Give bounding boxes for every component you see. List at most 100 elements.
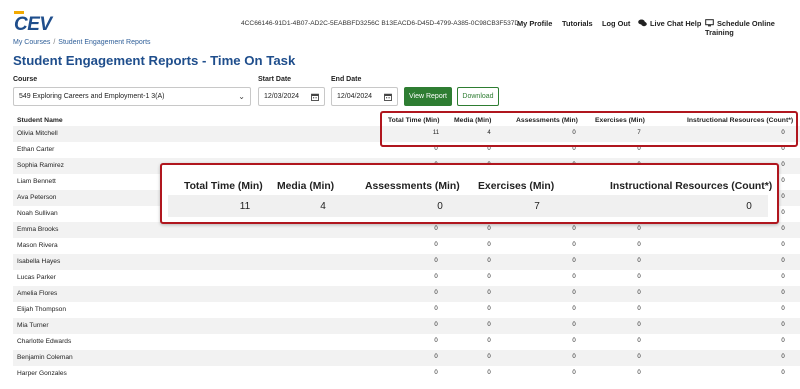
end-date-input[interactable]: 12/04/2024	[331, 87, 398, 106]
nav-my-profile[interactable]: My Profile	[517, 19, 552, 28]
breadcrumb-current: Student Engagement Reports	[58, 39, 151, 46]
cell-total: 0	[434, 274, 438, 280]
cell-resources: 0	[781, 242, 785, 248]
start-date-value: 12/03/2024	[264, 93, 300, 100]
start-date-label: Start Date	[258, 76, 292, 83]
cell-media: 0	[487, 290, 491, 296]
cev-logo[interactable]: CEV	[14, 11, 52, 36]
student-name: Ethan Carter	[17, 146, 55, 153]
breadcrumb: My Courses / Student Engagement Reports	[13, 39, 151, 46]
student-name: Amelia Flores	[17, 290, 58, 297]
zoom-media-header: Media (Min)	[277, 181, 335, 192]
chat-bubbles-icon	[638, 19, 647, 27]
download-button[interactable]: Download	[457, 87, 499, 106]
table-row: Elijah Thompson 0 0 0 0 0	[13, 302, 800, 318]
cell-assessments: 0	[572, 354, 576, 360]
nav-live-chat[interactable]: Live Chat Help	[638, 19, 701, 28]
cell-resources: 0	[781, 322, 785, 328]
student-name: Mason Rivera	[17, 242, 58, 249]
cell-resources: 0	[781, 162, 785, 168]
calendar-icon[interactable]	[311, 93, 319, 101]
zoom-row	[168, 195, 768, 217]
student-name: Ava Peterson	[17, 194, 57, 201]
student-name: Liam Bennett	[17, 178, 56, 185]
table-row: Lucas Parker 0 0 0 0 0	[13, 270, 800, 286]
cell-resources: 0	[781, 274, 785, 280]
cell-total: 0	[434, 306, 438, 312]
student-name: Emma Brooks	[17, 226, 59, 233]
student-name: Benjamin Coleman	[17, 354, 73, 361]
nav-tutorials[interactable]: Tutorials	[562, 19, 593, 28]
zoom-resources-value: 0	[746, 201, 752, 212]
cell-exercises: 0	[637, 322, 641, 328]
cell-media: 0	[487, 354, 491, 360]
monitor-icon	[705, 19, 714, 27]
zoom-total-header: Total Time (Min)	[184, 181, 263, 192]
cell-media: 0	[487, 370, 491, 376]
zoom-media-value: 4	[320, 201, 326, 212]
student-name: Charlotte Edwards	[17, 338, 72, 345]
cell-assessments: 0	[572, 306, 576, 312]
table-row: Harper Gonzales 0 0 0 0 0	[13, 366, 800, 382]
student-name: Elijah Thompson	[17, 306, 66, 313]
nav-live-chat-label: Live Chat Help	[650, 19, 702, 28]
cell-assessments: 0	[572, 322, 576, 328]
end-date-value: 12/04/2024	[337, 93, 373, 100]
table-row: Isabella Hayes 0 0 0 0 0	[13, 254, 800, 270]
cell-exercises: 0	[637, 242, 641, 248]
cell-total: 0	[434, 370, 438, 376]
cell-exercises: 0	[637, 258, 641, 264]
cell-assessments: 0	[572, 258, 576, 264]
nav-log-out[interactable]: Log Out	[602, 19, 630, 28]
cell-assessments: 0	[572, 290, 576, 296]
table-row: Charlotte Edwards 0 0 0 0 0	[13, 334, 800, 350]
cell-assessments: 0	[572, 338, 576, 344]
student-name: Lucas Parker	[17, 274, 56, 281]
cell-exercises: 0	[637, 370, 641, 376]
cell-resources: 0	[781, 306, 785, 312]
cell-media: 0	[487, 274, 491, 280]
zoom-exercises-value: 7	[534, 201, 540, 212]
cell-resources: 0	[781, 258, 785, 264]
course-select[interactable]: 549 Exploring Careers and Employment-1 3…	[13, 87, 251, 106]
cell-resources: 0	[781, 290, 785, 296]
table-row: Amelia Flores 0 0 0 0 0	[13, 286, 800, 302]
view-report-button[interactable]: View Report	[404, 87, 452, 106]
page-title: Student Engagement Reports - Time On Tas…	[13, 53, 296, 68]
cell-resources: 0	[781, 194, 785, 200]
cell-exercises: 0	[637, 226, 641, 232]
nav-schedule-label: Schedule Online Training	[705, 19, 775, 37]
start-date-input[interactable]: 12/03/2024	[258, 87, 325, 106]
cell-exercises: 0	[637, 274, 641, 280]
student-name: Olivia Mitchell	[17, 130, 58, 137]
column-student-name[interactable]: Student Name	[17, 117, 63, 124]
cell-exercises: 0	[637, 354, 641, 360]
calendar-icon[interactable]	[384, 93, 392, 101]
student-name: Harper Gonzales	[17, 370, 67, 377]
zoom-exercises-header: Exercises (Min)	[478, 181, 555, 192]
breadcrumb-separator: /	[53, 39, 56, 46]
table-row: Benjamin Coleman 0 0 0 0 0	[13, 350, 800, 366]
cell-exercises: 0	[637, 306, 641, 312]
cell-total: 0	[434, 354, 438, 360]
cell-assessments: 0	[572, 242, 576, 248]
course-label: Course	[13, 76, 38, 83]
breadcrumb-my-courses[interactable]: My Courses	[13, 39, 50, 46]
zoom-total-value: 11	[239, 201, 251, 212]
top-bar: CEV 4CC66146-91D1-4B07-AD2C-5EABBFD3256C…	[0, 0, 800, 37]
cell-resources: 0	[781, 226, 785, 232]
cell-resources: 0	[781, 338, 785, 344]
zoom-callout: Total Time (Min) Media (Min) Assessments…	[160, 163, 779, 224]
student-name: Sophia Ramirez	[17, 162, 64, 169]
cell-total: 0	[434, 226, 438, 232]
cell-media: 0	[487, 258, 491, 264]
cell-media: 0	[487, 226, 491, 232]
nav-schedule-training[interactable]: Schedule Online Training	[705, 19, 800, 37]
highlight-box	[380, 111, 798, 147]
cell-resources: 0	[781, 370, 785, 376]
chevron-down-icon: ⌄	[238, 92, 245, 101]
cell-media: 0	[487, 242, 491, 248]
cell-assessments: 0	[572, 370, 576, 376]
cell-assessments: 0	[572, 226, 576, 232]
student-name: Noah Sullivan	[17, 210, 58, 217]
